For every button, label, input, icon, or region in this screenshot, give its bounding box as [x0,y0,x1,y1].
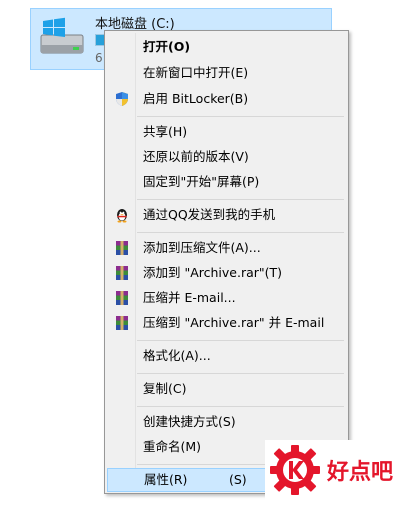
menu-item-label: 压缩并 E-mail... [143,290,236,305]
winrar-icon [116,241,128,255]
menu-item-label: 还原以前的版本(V) [143,149,249,164]
menu-item-send-qq[interactable]: 通过QQ发送到我的手机 [107,203,346,227]
menu-item-extra-label: (S) [229,472,247,487]
menu-item-label: 共享(H) [143,124,188,139]
menu-item-add-to-archive-rar[interactable]: 添加到 "Archive.rar"(T) [107,261,346,285]
menu-item-open[interactable]: 打开(O) [107,35,346,59]
winrar-icon [116,291,128,305]
menu-item-label: 属性(R) [144,472,188,487]
menu-item-label: 复制(C) [143,381,187,396]
menu-item-format[interactable]: 格式化(A)... [107,344,346,368]
qq-penguin-icon [117,209,127,223]
watermark-text: 好点吧 [327,460,394,485]
drive-free-space-text: 6 [95,51,103,65]
menu-item-label: 添加到压缩文件(A)... [143,240,261,255]
menu-item-label: 通过QQ发送到我的手机 [143,207,276,222]
hard-drive-icon [40,17,84,54]
menu-item-label: 格式化(A)... [143,348,211,363]
context-menu: 打开(O) 在新窗口中打开(E) 启用 BitLocker(B) 共享(H) 还… [104,30,349,494]
menu-item-compress-email[interactable]: 压缩并 E-mail... [107,286,346,310]
menu-item-bitlocker[interactable]: 启用 BitLocker(B) [107,87,346,111]
menu-separator [137,116,344,117]
menu-item-pin-to-start[interactable]: 固定到"开始"屏幕(P) [107,170,346,194]
menu-item-label: 固定到"开始"屏幕(P) [143,174,260,189]
watermark: 好点吧 [265,440,400,500]
menu-separator [137,199,344,200]
menu-item-label: 压缩到 "Archive.rar" 并 E-mail [143,315,325,330]
menu-item-label: 添加到 "Archive.rar"(T) [143,265,283,280]
menu-item-create-shortcut[interactable]: 创建快捷方式(S) [107,410,346,434]
menu-item-restore-versions[interactable]: 还原以前的版本(V) [107,145,346,169]
menu-item-label: 在新窗口中打开(E) [143,65,249,80]
menu-item-open-new-window[interactable]: 在新窗口中打开(E) [107,61,346,85]
menu-separator [137,373,344,374]
shield-icon [116,92,128,106]
menu-item-label: 创建快捷方式(S) [143,414,236,429]
gear-logo-icon [270,445,320,495]
menu-item-label: 重命名(M) [143,439,202,454]
menu-item-add-to-archive[interactable]: 添加到压缩文件(A)... [107,236,346,260]
menu-separator [137,232,344,233]
menu-separator [137,406,344,407]
menu-item-label: 打开(O) [143,39,191,54]
winrar-icon [116,316,128,330]
menu-item-share[interactable]: 共享(H) [107,120,346,144]
menu-separator [137,340,344,341]
menu-item-copy[interactable]: 复制(C) [107,377,346,401]
menu-item-label: 启用 BitLocker(B) [143,91,249,106]
winrar-icon [116,266,128,280]
menu-item-compress-to-rar-email[interactable]: 压缩到 "Archive.rar" 并 E-mail [107,311,346,335]
